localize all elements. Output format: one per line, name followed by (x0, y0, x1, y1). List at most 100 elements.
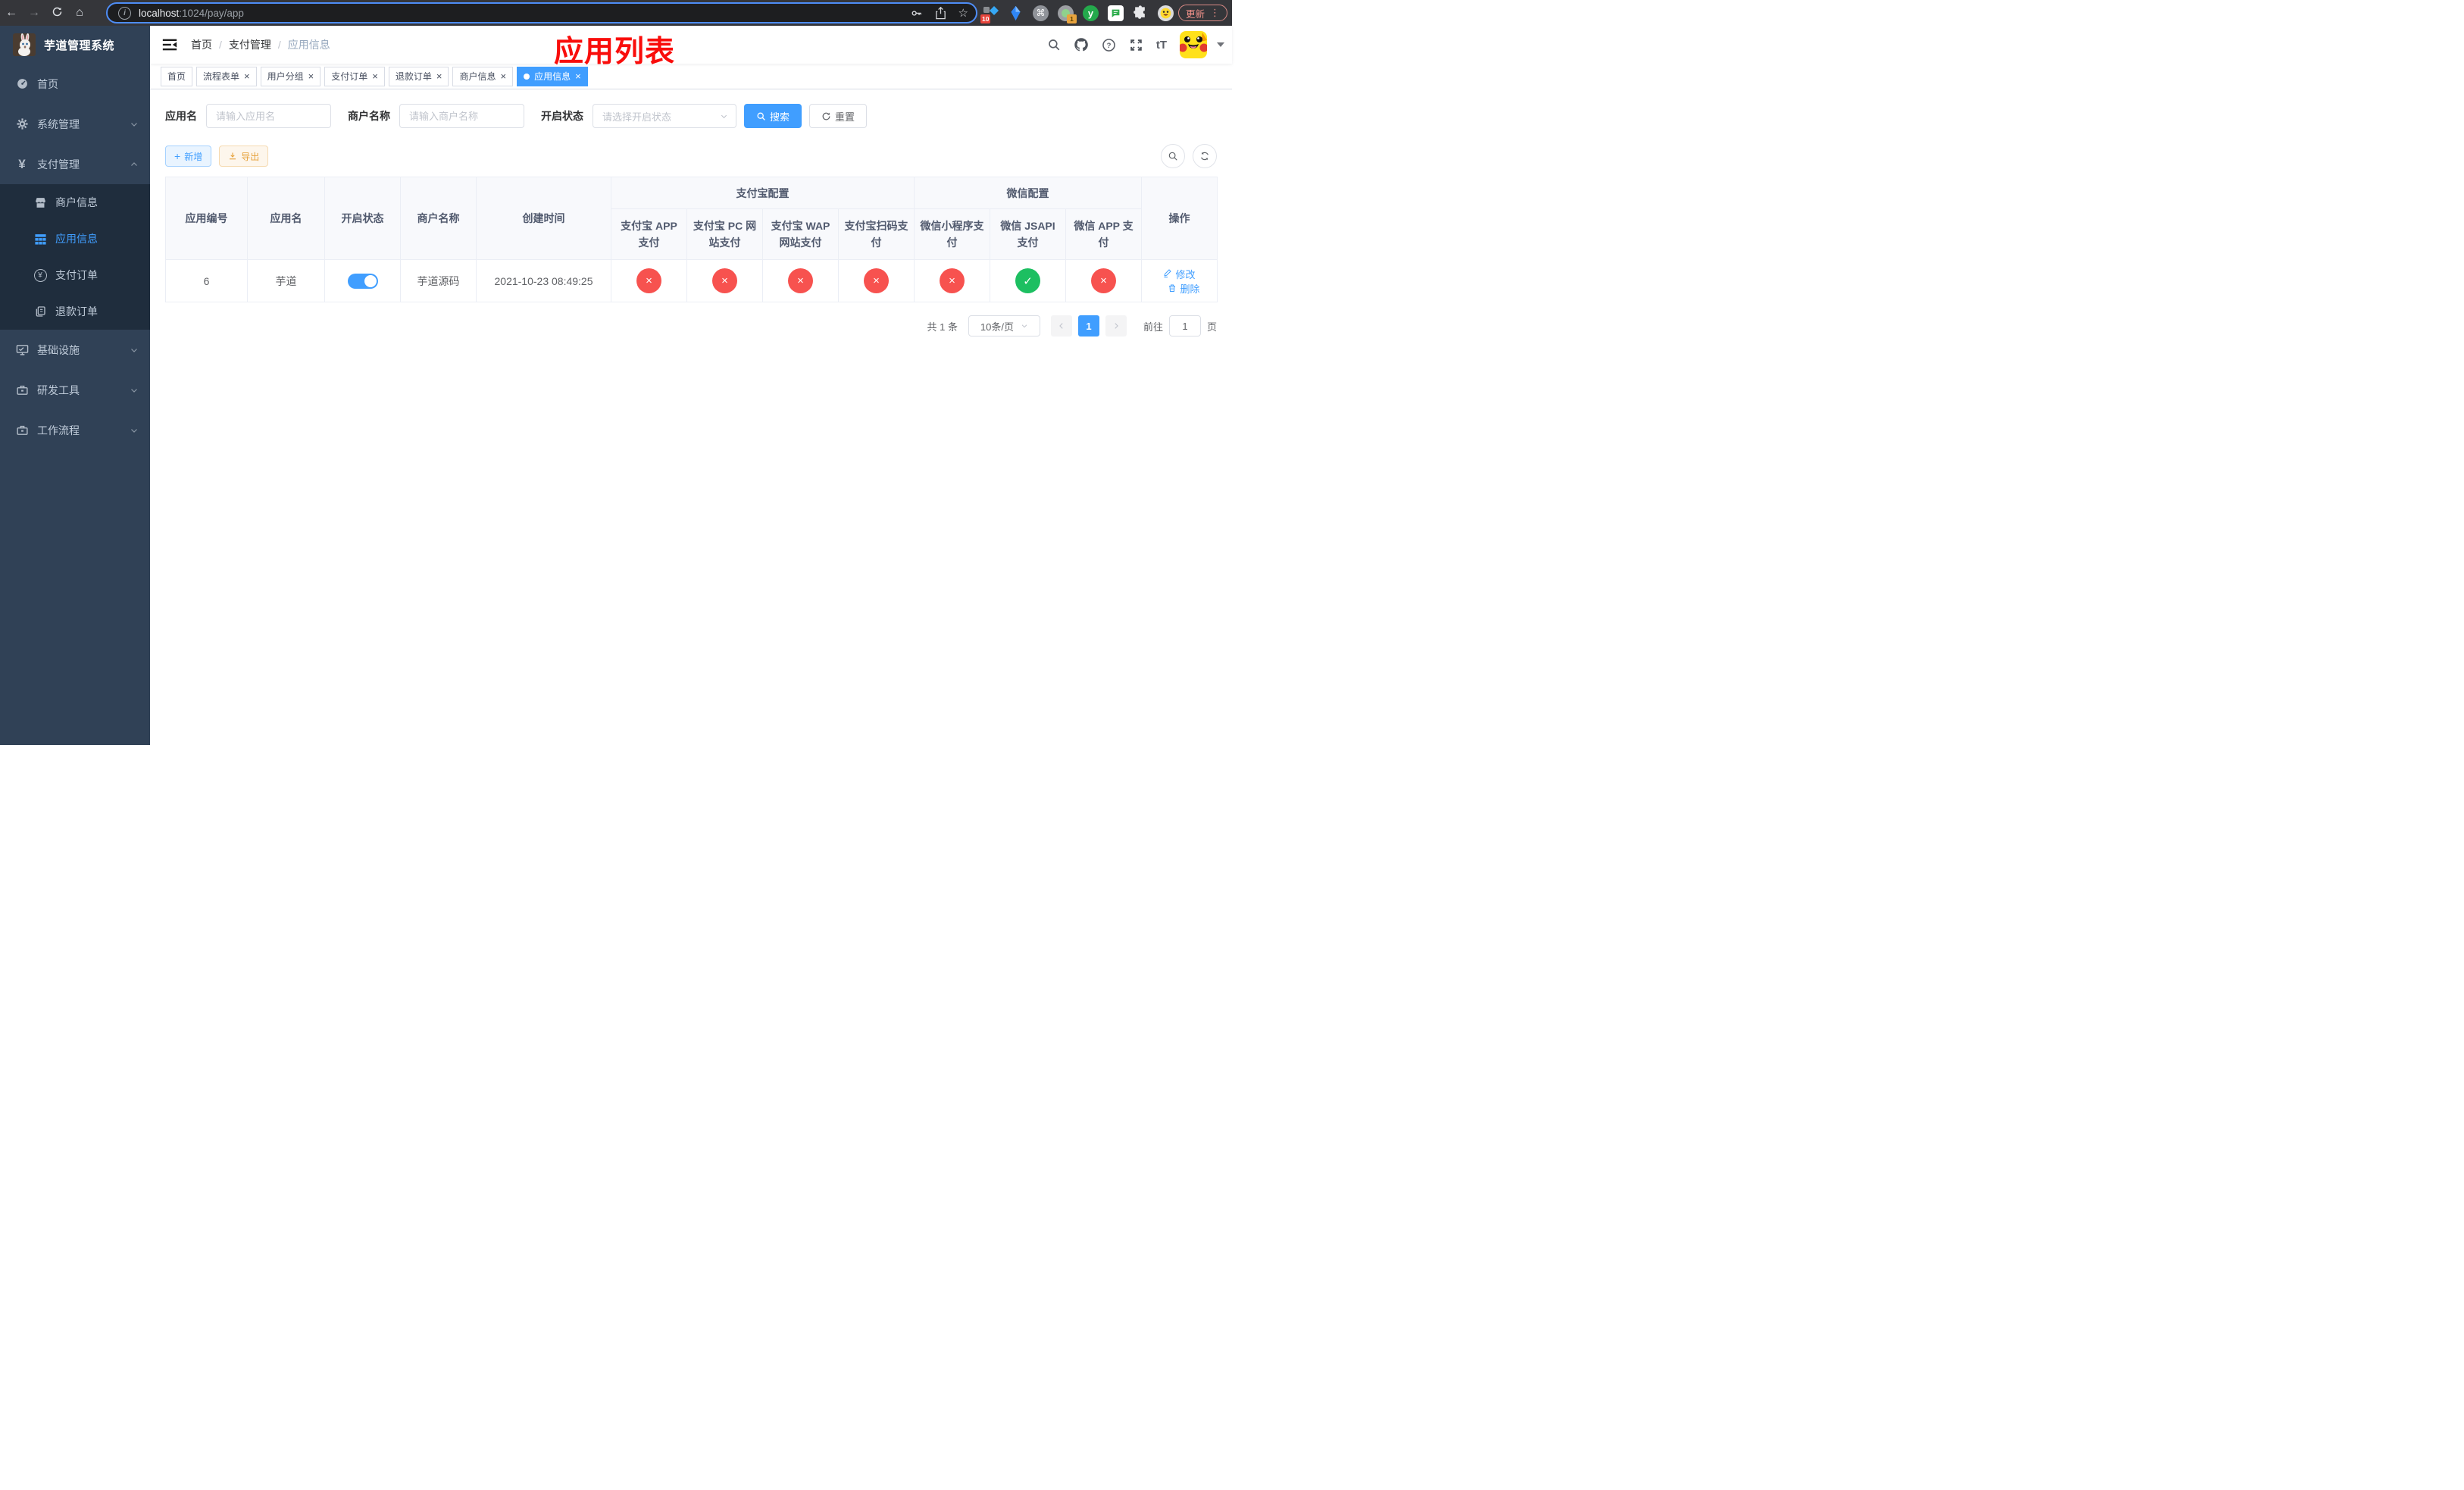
extension-chat-icon[interactable] (1108, 5, 1124, 21)
wechat-app-status: × (1091, 268, 1116, 293)
sidebar-item-infrastructure[interactable]: 基础设施 (0, 330, 150, 370)
browser-forward-icon[interactable]: → (23, 0, 45, 26)
sidebar-item-system[interactable]: 系统管理 (0, 104, 150, 144)
close-icon[interactable]: × (244, 71, 250, 81)
col-app-name: 应用名 (247, 177, 325, 260)
close-icon[interactable]: × (372, 71, 378, 81)
extension-devtools-icon[interactable]: 10 (980, 5, 999, 23)
close-icon[interactable]: × (500, 71, 506, 81)
trash-icon (1169, 284, 1176, 292)
browser-menu-icon[interactable]: ⋮ (1210, 7, 1220, 19)
edit-link[interactable]: 修改 (1163, 267, 1196, 281)
pencil-icon (1164, 269, 1172, 278)
tag-home[interactable]: 首页 (161, 66, 193, 86)
status-select[interactable]: 请选择开启状态 (593, 104, 736, 128)
extensions-puzzle-icon[interactable] (1133, 5, 1149, 21)
add-button[interactable]: + 新增 (165, 146, 212, 167)
export-button[interactable]: 导出 (219, 146, 269, 167)
sidebar-item-dev-tools[interactable]: 研发工具 (0, 370, 150, 410)
browser-home-icon[interactable]: ⌂ (68, 0, 91, 26)
reset-button[interactable]: 重置 (809, 104, 868, 128)
next-page-button[interactable] (1105, 315, 1127, 337)
search-button[interactable]: 搜索 (744, 104, 802, 128)
fullscreen-icon[interactable] (1129, 38, 1143, 52)
avatar-caret-icon[interactable] (1217, 42, 1224, 47)
github-icon[interactable] (1074, 37, 1089, 52)
plus-icon: + (174, 150, 181, 162)
download-icon (230, 152, 236, 160)
bookmark-star-icon[interactable]: ☆ (958, 6, 968, 20)
site-info-icon[interactable]: i (118, 6, 131, 20)
sidebar-item-payment[interactable]: ¥ 支付管理 (0, 144, 150, 184)
close-icon[interactable]: × (575, 71, 581, 81)
prev-page-button[interactable] (1050, 315, 1072, 337)
col-alipay-qr: 支付宝扫码支付 (838, 208, 915, 260)
grid-icon (32, 233, 48, 246)
chevron-down-icon (720, 112, 728, 121)
sidebar-item-workflow[interactable]: 工作流程 (0, 410, 150, 450)
tag-process-form[interactable]: 流程表单 × (196, 66, 257, 86)
password-key-icon[interactable] (910, 7, 923, 20)
sidebar-item-home[interactable]: 首页 (0, 64, 150, 104)
sidebar-item-app-info[interactable]: 应用信息 (0, 221, 150, 257)
url-text: localhost:1024/pay/app (139, 7, 244, 19)
browser-reload-icon[interactable] (45, 0, 68, 27)
profile-emoji-icon[interactable] (1158, 5, 1174, 21)
extension-recorder-icon[interactable]: 1 (1058, 5, 1077, 23)
tags-view-bar: 首页 流程表单 × 用户分组 × 支付订单 × 退款订单 × 商户信息 × 应用信息 × (150, 64, 1232, 89)
show-search-button[interactable] (1161, 144, 1185, 168)
delete-link[interactable]: 删除 (1168, 281, 1200, 296)
cell-merchant: 芋道源码 (400, 259, 477, 302)
breadcrumb-app-info: 应用信息 (287, 39, 330, 51)
browser-back-icon[interactable]: ← (0, 0, 23, 26)
col-wechat-app: 微信 APP 支付 (1065, 208, 1142, 260)
tag-pay-order[interactable]: 支付订单 × (324, 66, 385, 86)
close-icon[interactable]: × (436, 71, 442, 81)
wechat-mini-status: × (940, 268, 965, 293)
main-content: 应用名 商户名称 开启状态 请选择开启状态 搜索 重置 + 新增 导出 (150, 89, 1232, 745)
sidebar-item-pay-order[interactable]: ¥ 支付订单 (0, 257, 150, 293)
sidebar-item-merchant-info[interactable]: 商户信息 (0, 184, 150, 221)
app-name-input[interactable] (206, 104, 331, 128)
refresh-button[interactable] (1193, 144, 1217, 168)
tag-merchant-info[interactable]: 商户信息 × (452, 66, 514, 86)
sidebar-item-refund-order[interactable]: 退款订单 (0, 293, 150, 330)
sidebar-toggle-icon[interactable] (161, 36, 178, 53)
yen-circle-icon: ¥ (32, 268, 48, 282)
extension-y-icon[interactable]: y (1083, 5, 1099, 21)
merchant-name-input[interactable] (399, 104, 524, 128)
user-avatar[interactable] (1180, 31, 1207, 58)
cell-app-name: 芋道 (247, 259, 325, 302)
col-alipay-wap: 支付宝 WAP 网站支付 (762, 208, 839, 260)
table-toolbar: + 新增 导出 (165, 144, 1217, 168)
font-size-icon[interactable]: tT (1156, 39, 1167, 52)
page-annotation-title: 应用列表 (554, 36, 676, 68)
share-icon[interactable] (935, 6, 946, 20)
page-number-1[interactable]: 1 (1077, 315, 1099, 337)
app-name-label: 应用名 (165, 110, 197, 122)
extension-cmd-icon[interactable]: ⌘ (1033, 5, 1049, 21)
address-bar[interactable]: i localhost:1024/pay/app ☆ (106, 2, 977, 23)
total-count: 共 1 条 (927, 321, 958, 333)
alipay-pc-status: × (712, 268, 737, 293)
col-wechat-mini: 微信小程序支付 (914, 208, 990, 260)
alipay-wap-status: × (788, 268, 813, 293)
search-icon[interactable] (1047, 38, 1061, 52)
chevron-down-icon (130, 120, 139, 129)
col-app-id: 应用编号 (165, 177, 248, 260)
status-toggle[interactable] (347, 273, 378, 289)
tag-refund-order[interactable]: 退款订单 × (388, 66, 449, 86)
app-logo (13, 33, 36, 56)
top-navbar: 首页 / 支付管理 / 应用信息 ? tT (150, 26, 1232, 64)
extension-gem-icon[interactable] (1008, 5, 1024, 21)
breadcrumb-home[interactable]: 首页 (191, 37, 212, 52)
app-logo-row[interactable]: 芋道管理系统 (0, 26, 150, 64)
goto-page-input[interactable] (1168, 315, 1201, 337)
tag-user-group[interactable]: 用户分组 × (260, 66, 321, 86)
page-unit-label: 页 (1206, 321, 1217, 333)
breadcrumb-payment[interactable]: 支付管理 (229, 37, 271, 52)
help-icon[interactable]: ? (1102, 38, 1116, 52)
browser-update-button[interactable]: 更新 ⋮ (1177, 5, 1227, 21)
page-size-select[interactable]: 10条/页 (968, 315, 1040, 337)
close-icon[interactable]: × (308, 71, 314, 81)
